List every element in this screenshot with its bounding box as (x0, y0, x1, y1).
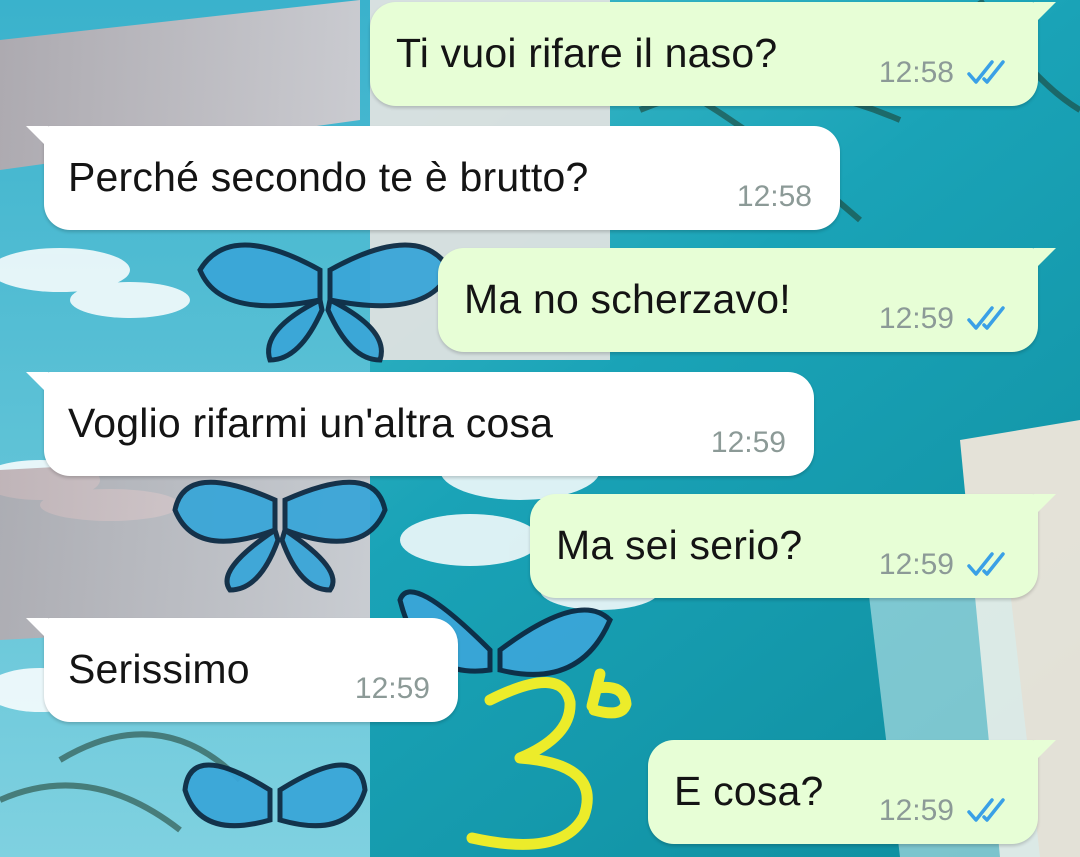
incoming-message-bubble[interactable]: Voglio rifarmi un'altra cosa 12:59 (26, 372, 814, 476)
double-check-read-icon (967, 798, 1005, 822)
message-meta: 12:59 (711, 426, 786, 460)
message-meta: 12:59 (355, 672, 430, 706)
message-timestamp: 12:59 (878, 794, 954, 827)
message-timestamp: 12:58 (878, 56, 954, 89)
bubble-tail (1034, 740, 1056, 762)
message-timestamp: 12:59 (354, 672, 430, 705)
message-meta: 12:58 (879, 56, 1012, 90)
incoming-message-bubble[interactable]: Perché secondo te è brutto? 12:58 (26, 126, 840, 230)
message-text: Ti vuoi rifare il naso? (396, 30, 778, 76)
message-meta: 12:59 (879, 548, 1012, 582)
incoming-message-bubble[interactable]: Serissimo 12:59 (26, 618, 458, 722)
message-timestamp: 12:58 (736, 180, 812, 213)
message-timestamp: 12:59 (878, 302, 954, 335)
message-text: Ma no scherzavo! (464, 276, 791, 322)
outgoing-message-bubble[interactable]: Ma sei serio? 12:59 (530, 494, 1056, 598)
message-text: Perché secondo te è brutto? (68, 154, 589, 200)
bubble-tail (26, 126, 48, 148)
message-text: E cosa? (674, 768, 824, 814)
double-check-read-icon (967, 306, 1005, 330)
message-timestamp: 12:59 (878, 548, 954, 581)
bubble-tail (26, 372, 48, 394)
outgoing-message-bubble[interactable]: E cosa? 12:59 (648, 740, 1056, 844)
outgoing-message-bubble[interactable]: Ma no scherzavo! 12:59 (438, 248, 1056, 352)
bubble-tail (1034, 494, 1056, 516)
bubble-tail (26, 618, 48, 640)
message-text: Voglio rifarmi un'altra cosa (68, 400, 554, 446)
bubble-tail (1034, 248, 1056, 270)
bubble-tail (1034, 2, 1056, 24)
message-meta: 12:59 (879, 302, 1012, 336)
double-check-read-icon (967, 552, 1005, 576)
message-meta: 12:58 (737, 180, 812, 214)
sticker-strokes (466, 668, 632, 850)
message-meta: 12:59 (879, 794, 1012, 828)
message-text: Ma sei serio? (556, 522, 803, 568)
message-timestamp: 12:59 (710, 426, 786, 459)
outgoing-message-bubble[interactable]: Ti vuoi rifare il naso? 12:58 (370, 2, 1056, 106)
handwritten-3b-sticker (466, 668, 632, 850)
double-check-read-icon (967, 60, 1005, 84)
message-text: Serissimo (68, 646, 250, 692)
